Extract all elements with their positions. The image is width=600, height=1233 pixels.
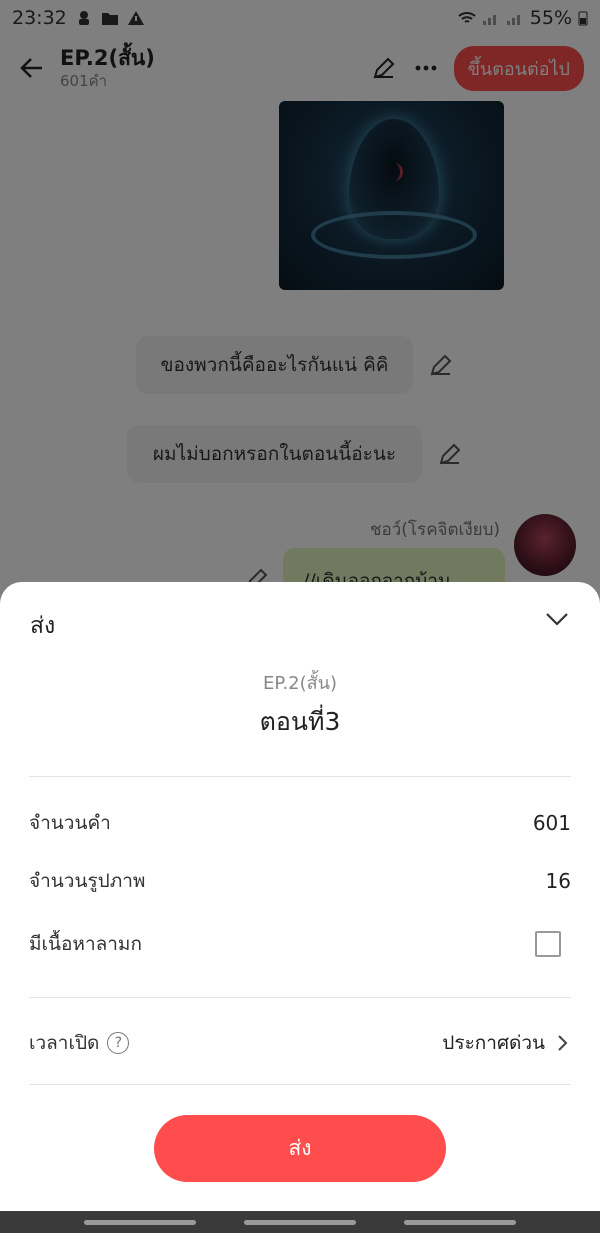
open-time-value: ประกาศด่วน xyxy=(442,1032,545,1054)
divider xyxy=(29,776,571,777)
image-count-value: 16 xyxy=(545,869,571,893)
nav-home-button[interactable] xyxy=(244,1219,356,1225)
open-time-label: เวลาเปิด xyxy=(29,1032,100,1054)
chevron-down-icon[interactable] xyxy=(542,604,572,634)
image-count-label: จำนวนรูปภาพ xyxy=(29,870,146,892)
sheet-chapter-title: ตอนที่3 xyxy=(259,707,341,736)
help-icon[interactable]: ? xyxy=(107,1032,130,1054)
sheet-episode-name: EP.2(สั้น) xyxy=(263,673,337,694)
open-time-row[interactable]: เวลาเปิด ? ประกาศด่วน xyxy=(29,1028,571,1058)
word-count-row: จำนวนคำ 601 xyxy=(29,808,571,838)
chevron-right-icon xyxy=(558,1035,568,1051)
open-time-selector[interactable]: ประกาศด่วน xyxy=(442,1028,571,1058)
divider xyxy=(29,1084,571,1085)
word-count-value: 601 xyxy=(532,811,571,835)
nav-back-button[interactable] xyxy=(404,1219,516,1225)
nav-recent-button[interactable] xyxy=(84,1219,196,1225)
send-bottom-sheet: ส่ง EP.2(สั้น) ตอนที่3 จำนวนคำ 601 จำนวน… xyxy=(0,582,600,1211)
word-count-label: จำนวนคำ xyxy=(29,812,111,834)
send-button[interactable]: ส่ง xyxy=(154,1115,446,1182)
mature-content-label: มีเนื้อหาลามก xyxy=(29,933,142,955)
mature-content-checkbox[interactable] xyxy=(535,931,561,957)
mature-content-row: มีเนื้อหาลามก xyxy=(29,929,571,959)
system-nav-bar xyxy=(0,1211,600,1233)
divider xyxy=(29,997,571,998)
sheet-title: ส่ง xyxy=(30,613,56,639)
image-count-row: จำนวนรูปภาพ 16 xyxy=(29,866,571,896)
